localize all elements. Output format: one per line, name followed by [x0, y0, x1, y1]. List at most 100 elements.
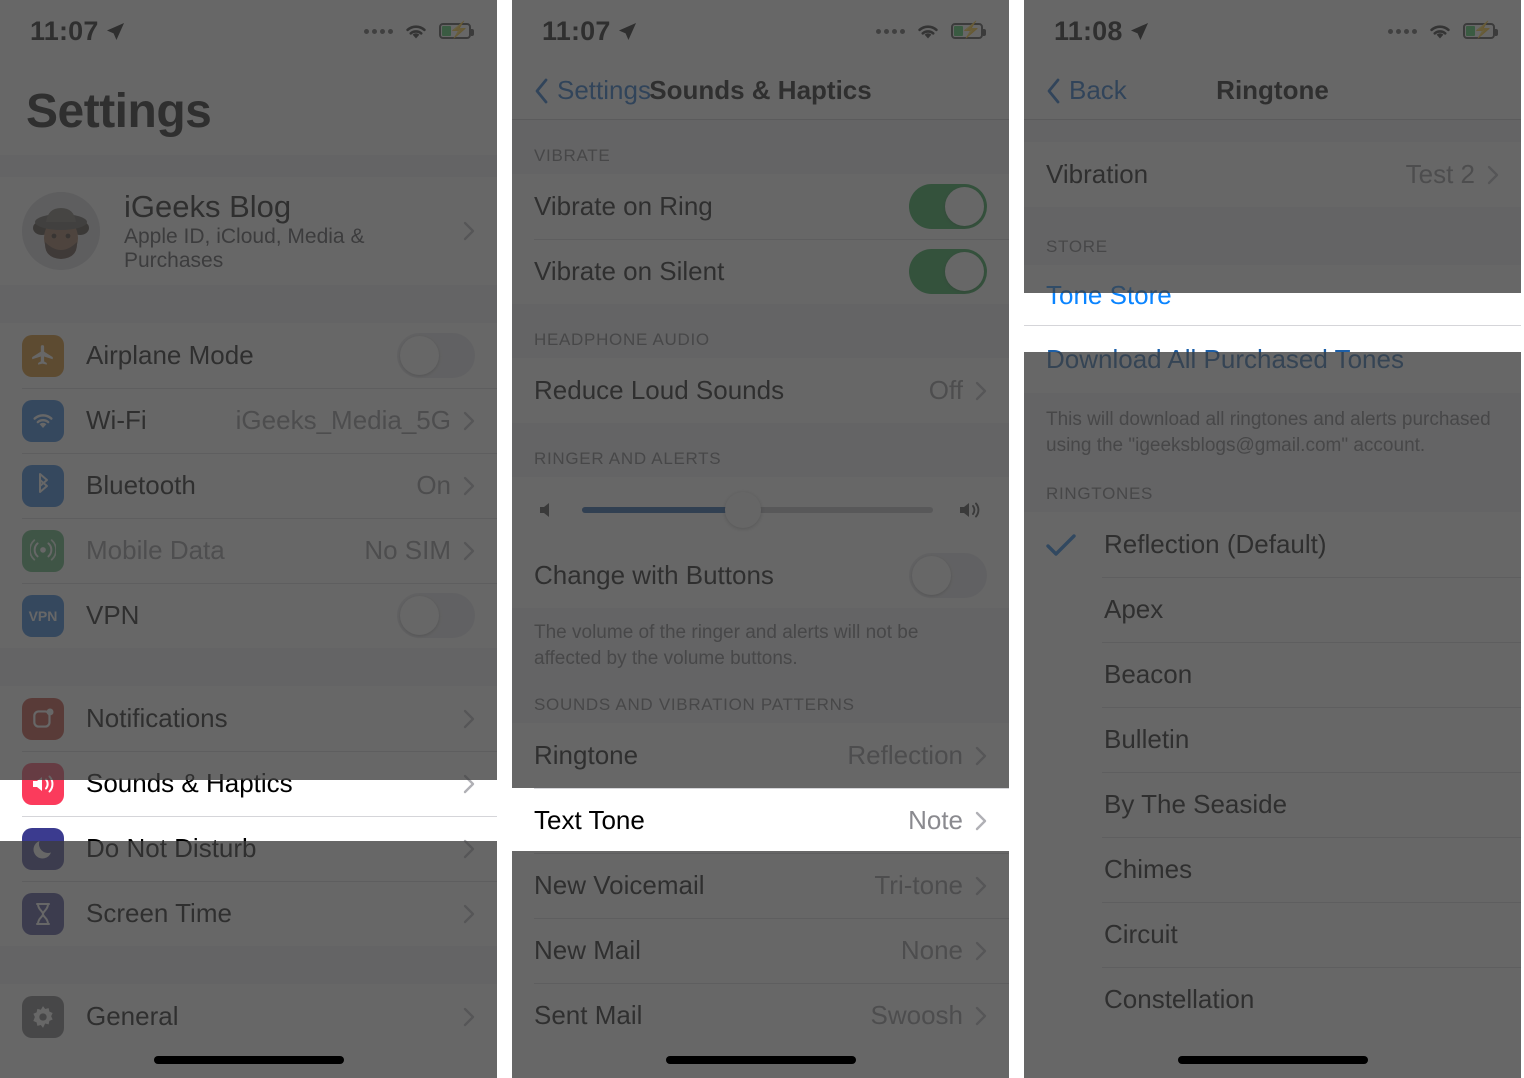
wifi-icon — [918, 25, 938, 39]
nav-bar: Back Ringtone — [1024, 62, 1521, 120]
ringer-group: Change with Buttons — [512, 477, 1009, 608]
status-bar: 11:07 ⚡ — [0, 0, 497, 62]
row-reduce-loud-sounds[interactable]: Reduce Loud Sounds Off — [512, 358, 1009, 423]
chevron-right-icon — [463, 904, 475, 923]
wifi-icon — [22, 399, 64, 442]
sidebar-item-label: Wi-Fi — [86, 405, 147, 435]
row-new-voicemail[interactable]: New Voicemail Tri-tone — [512, 853, 1009, 919]
list-item[interactable]: Chimes — [1024, 837, 1521, 903]
panel-gutter — [1009, 0, 1024, 1078]
sidebar-item-bluetooth[interactable]: Bluetooth On — [0, 453, 497, 518]
list-item[interactable]: Beacon — [1024, 642, 1521, 708]
chevron-right-icon — [975, 1006, 987, 1025]
reduce-loud-sounds-value: Off — [928, 375, 963, 405]
three-panel-screenshot-board: 11:07 ⚡ Settings iGeeks Blog Apple ID, i… — [0, 0, 1524, 1078]
chevron-right-icon — [463, 476, 475, 495]
sidebar-item-notifications[interactable]: Notifications — [0, 686, 497, 751]
status-time: 11:07 — [542, 15, 611, 46]
tone-store-button[interactable]: Tone Store — [1024, 265, 1521, 325]
avatar — [22, 192, 100, 270]
download-all-purchased-tones-button[interactable]: Download All Purchased Tones — [1024, 325, 1521, 393]
sidebar-item-label: Do Not Disturb — [86, 833, 257, 863]
sidebar-item-label: Mobile Data — [86, 535, 225, 565]
spacer — [1024, 120, 1521, 142]
status-bar-left: 11:07 — [30, 16, 125, 47]
back-button[interactable]: Settings — [534, 75, 651, 106]
panel-ringtone: 11:08 ⚡ Back Ringtone Vibration Test 2 S… — [1024, 0, 1521, 1078]
ringtone-name: Apex — [1104, 594, 1164, 625]
back-label: Back — [1069, 75, 1127, 105]
account-name: iGeeks Blog — [124, 189, 292, 224]
speaker-high-icon — [960, 502, 980, 518]
sent-mail-value: Swoosh — [870, 1000, 964, 1031]
slider-thumb[interactable] — [725, 492, 762, 528]
vibrate-on-ring-toggle[interactable] — [909, 184, 987, 229]
sidebar-item-wifi[interactable]: Wi-Fi iGeeks_Media_5G — [0, 388, 497, 453]
ringtone-name: Beacon — [1104, 659, 1193, 690]
row-sent-mail[interactable]: Sent Mail Swoosh — [512, 983, 1009, 1049]
spacer — [0, 155, 497, 177]
row-new-mail[interactable]: New Mail None — [512, 918, 1009, 984]
row-label: New Voicemail — [534, 870, 705, 901]
sidebar-item-label: VPN — [86, 600, 140, 630]
location-arrow-icon — [106, 22, 124, 40]
row-vibrate-on-ring[interactable]: Vibrate on Ring — [512, 174, 1009, 239]
sidebar-item-do-not-disturb[interactable]: Do Not Disturb — [0, 816, 497, 881]
airplane-mode-toggle[interactable] — [397, 333, 475, 378]
mobile-data-value: No SIM — [364, 535, 451, 565]
bluetooth-value: On — [416, 470, 451, 500]
ringer-volume-slider[interactable] — [582, 492, 933, 528]
list-item[interactable]: Constellation — [1024, 967, 1521, 1033]
status-bar-left: 11:07 — [542, 16, 637, 47]
sidebar-item-vpn[interactable]: VPN VPN — [0, 583, 497, 648]
row-label: Vibrate on Ring — [534, 191, 713, 221]
notifications-icon — [22, 697, 64, 740]
chevron-right-icon — [463, 774, 475, 793]
chevron-right-icon — [463, 1007, 475, 1026]
row-ringtone[interactable]: Ringtone Reflection — [512, 723, 1009, 789]
ringer-volume-slider-row[interactable] — [512, 477, 1009, 543]
sidebar-item-screen-time[interactable]: Screen Time — [0, 881, 497, 946]
sidebar-item-general[interactable]: General — [0, 984, 497, 1049]
bluetooth-icon — [22, 464, 64, 507]
row-label: Sent Mail — [534, 1000, 643, 1031]
list-item[interactable]: Reflection (Default) — [1024, 512, 1521, 578]
vpn-toggle[interactable] — [397, 593, 475, 638]
sidebar-item-label: Sounds & Haptics — [86, 768, 293, 798]
row-label: New Mail — [534, 935, 641, 966]
chevron-right-icon — [463, 221, 475, 241]
sidebar-item-label: Airplane Mode — [86, 340, 254, 370]
wifi-value: iGeeks_Media_5G — [235, 405, 451, 435]
vibration-value: Test 2 — [1405, 159, 1475, 189]
chevron-right-icon — [975, 746, 987, 765]
ringtone-value: Reflection — [847, 740, 963, 771]
row-change-with-buttons[interactable]: Change with Buttons — [512, 543, 1009, 608]
tone-store-label: Tone Store — [1046, 279, 1172, 310]
new-voicemail-value: Tri-tone — [874, 870, 963, 901]
location-arrow-icon — [618, 22, 636, 40]
status-bar: 11:07 ⚡ — [512, 0, 1009, 62]
checkmark-icon — [1046, 533, 1086, 557]
list-item[interactable]: Circuit — [1024, 902, 1521, 968]
list-item[interactable]: Apex — [1024, 577, 1521, 643]
ringtone-name: Bulletin — [1104, 724, 1190, 755]
sidebar-item-sounds-haptics[interactable]: Sounds & Haptics — [0, 751, 497, 816]
list-item[interactable]: Bulletin — [1024, 707, 1521, 773]
back-label: Settings — [557, 75, 651, 105]
general-group: General — [0, 984, 497, 1049]
text-tone-value: Note — [908, 805, 963, 836]
sidebar-item-airplane-mode[interactable]: Airplane Mode — [0, 323, 497, 388]
sidebar-item-mobile-data[interactable]: Mobile Data No SIM — [0, 518, 497, 583]
sidebar-item-label: General — [86, 1001, 179, 1031]
account-subtitle: Apple ID, iCloud, Media & Purchases — [124, 225, 365, 272]
row-text-tone[interactable]: Text Tone Note — [512, 788, 1009, 854]
row-vibrate-on-silent[interactable]: Vibrate on Silent — [512, 239, 1009, 304]
apple-id-account-row[interactable]: iGeeks Blog Apple ID, iCloud, Media & Pu… — [0, 177, 497, 285]
ringtone-name: Constellation — [1104, 984, 1255, 1015]
vibrate-on-silent-toggle[interactable] — [909, 249, 987, 294]
change-with-buttons-toggle[interactable] — [909, 553, 987, 598]
sounds-icon — [22, 762, 64, 805]
row-vibration[interactable]: Vibration Test 2 — [1024, 142, 1521, 207]
list-item[interactable]: By The Seaside — [1024, 772, 1521, 838]
back-button[interactable]: Back — [1046, 75, 1127, 106]
